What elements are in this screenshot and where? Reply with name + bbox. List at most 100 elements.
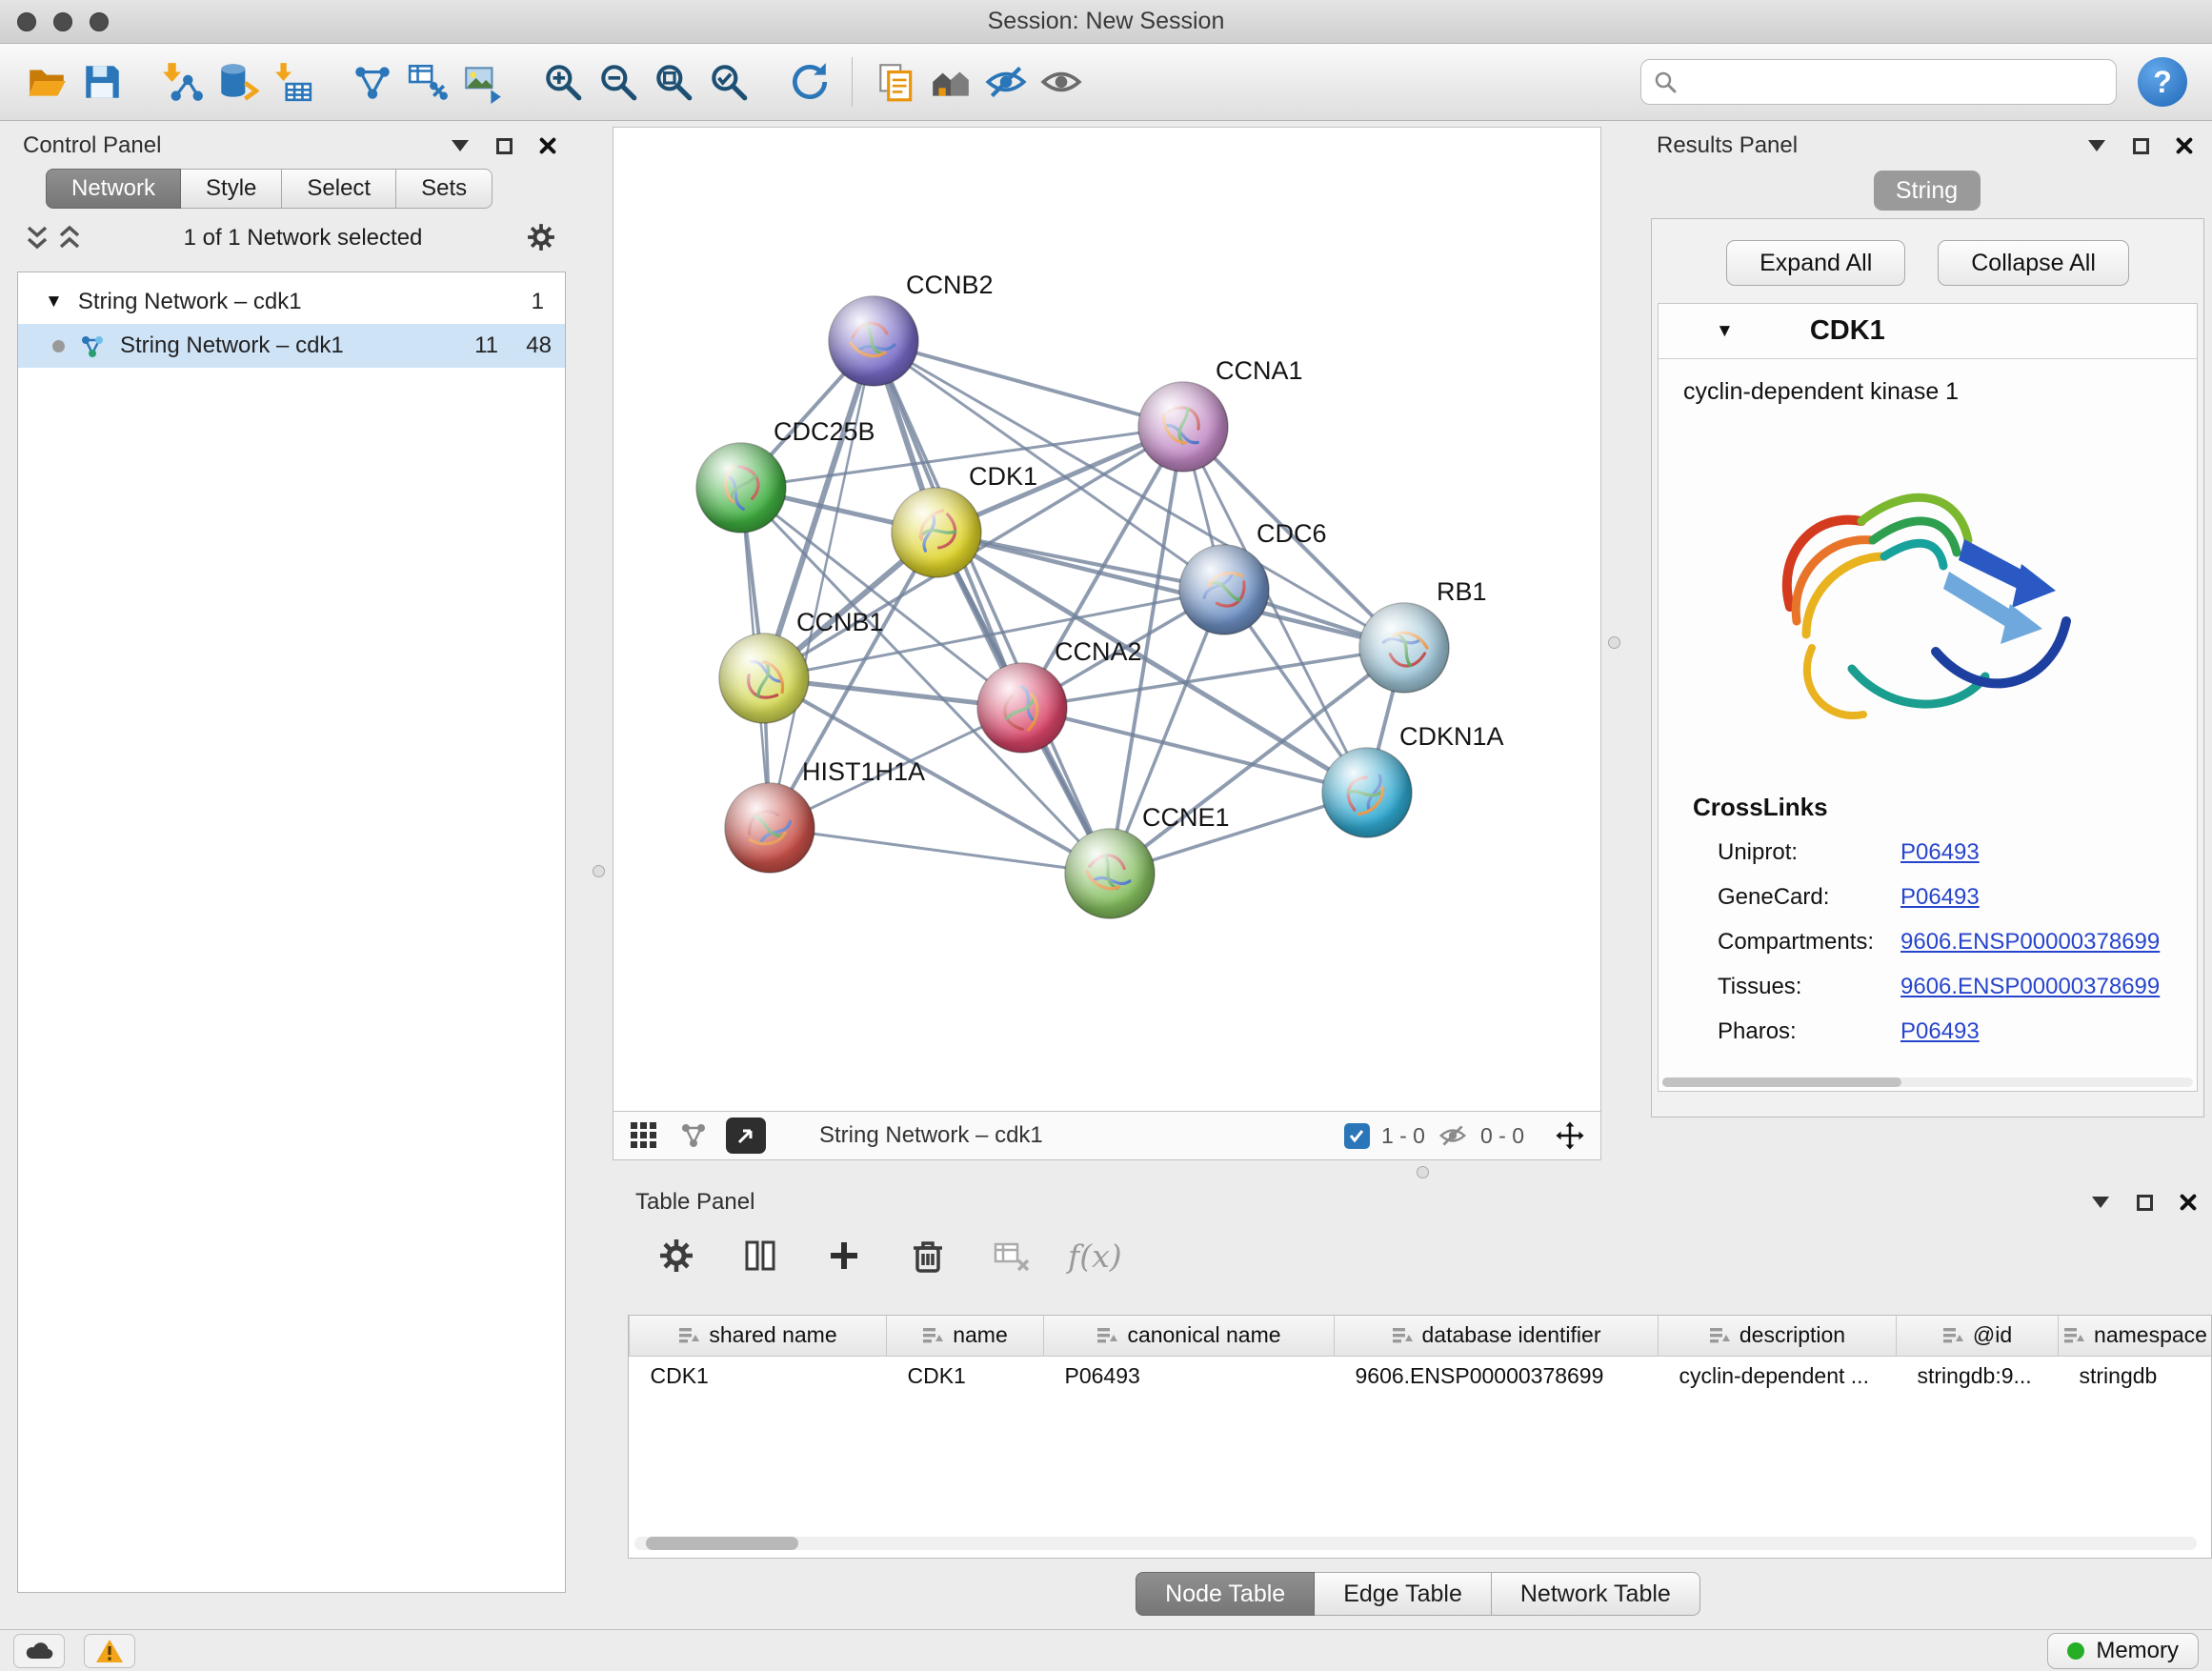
column-header-database-identifier[interactable]: database identifier <box>1335 1316 1659 1356</box>
import-network-from-file-button[interactable] <box>154 53 210 111</box>
tab-network[interactable]: Network <box>46 169 181 209</box>
column-header-@id[interactable]: @id <box>1897 1316 2059 1356</box>
node-label: CDKN1A <box>1399 722 1504 751</box>
cloud-status-button[interactable] <box>13 1634 65 1668</box>
control-panel-close-button[interactable] <box>535 133 560 158</box>
search-box[interactable] <box>1640 59 2117 105</box>
zoom-in-button[interactable] <box>535 53 591 111</box>
table-options-button[interactable] <box>649 1227 704 1284</box>
delete-column-button[interactable] <box>900 1227 955 1284</box>
column-header-shared-name[interactable]: shared name <box>630 1316 887 1356</box>
crosslink-link[interactable]: P06493 <box>1900 884 1980 911</box>
tab-style[interactable]: Style <box>181 169 282 209</box>
crosslink-link[interactable]: 9606.ENSP00000378699 <box>1900 929 2160 956</box>
column-header-name[interactable]: name <box>887 1316 1044 1356</box>
refresh-button[interactable] <box>781 53 836 111</box>
control-panel-menu-button[interactable] <box>448 133 473 158</box>
save-session-button[interactable] <box>74 53 130 111</box>
node-CDK1[interactable]: CDK1 <box>892 462 1037 577</box>
create-column-button[interactable] <box>816 1227 872 1284</box>
tab-string[interactable]: String <box>1874 171 1981 211</box>
node-HIST1H1A[interactable]: HIST1H1A <box>725 757 925 873</box>
tab-node-table[interactable]: Node Table <box>1136 1572 1315 1616</box>
hide-selected-button[interactable] <box>978 53 1034 111</box>
selected-checkbox-icon[interactable] <box>1344 1123 1370 1149</box>
crosslink-link[interactable]: 9606.ENSP00000378699 <box>1900 974 2160 1000</box>
new-network-button[interactable] <box>345 53 400 111</box>
vertical-splitter-handle-right[interactable] <box>1608 636 1620 649</box>
results-panel-close-button[interactable] <box>2172 133 2197 158</box>
maximize-window-button[interactable] <box>90 12 109 31</box>
table-panel-float-button[interactable] <box>2132 1190 2157 1215</box>
network-canvas[interactable]: CCNB2CCNA1CDC25BCDK1CDC6RB1CCNB1CCNA2CDK… <box>613 128 1600 1111</box>
tab-select[interactable]: Select <box>282 169 396 209</box>
show-columns-button[interactable] <box>733 1227 788 1284</box>
results-scrollbar[interactable] <box>1662 1077 2193 1087</box>
column-header-namespace[interactable]: namespace <box>2059 1316 2212 1356</box>
gene-section-header[interactable]: ▼ CDK1 <box>1659 304 2197 359</box>
node-CDKN1A[interactable]: CDKN1A <box>1322 722 1504 837</box>
crosslinks-list: Uniprot:P06493GeneCard:P06493Compartment… <box>1659 830 2197 1054</box>
grid-view-button[interactable] <box>627 1118 661 1153</box>
edge-CCNB2-CCNA1[interactable] <box>874 341 1183 427</box>
edge-CCNB2-CCNE1[interactable] <box>874 341 1110 874</box>
collection-disclosure-icon[interactable]: ▼ <box>45 292 63 312</box>
crosslink-label: Tissues: <box>1718 974 1900 1000</box>
export-image-button[interactable] <box>455 53 511 111</box>
copy-button[interactable] <box>868 53 923 111</box>
table-row[interactable]: CDK1CDK1P064939606.ENSP00000378699cyclin… <box>630 1356 2212 1396</box>
table-panel-menu-button[interactable] <box>2088 1190 2113 1215</box>
search-input[interactable] <box>1685 69 2104 95</box>
control-panel-float-button[interactable] <box>492 133 516 158</box>
node-CCNB1[interactable]: CCNB1 <box>719 608 884 723</box>
node-CCNE1[interactable]: CCNE1 <box>1065 803 1230 918</box>
import-table-from-file-button[interactable] <box>265 53 320 111</box>
edge-HIST1H1A-CCNE1[interactable] <box>770 828 1110 874</box>
import-network-from-database-button[interactable] <box>210 53 265 111</box>
results-panel-float-button[interactable] <box>2128 133 2153 158</box>
table-horizontal-scrollbar[interactable] <box>634 1537 2197 1550</box>
tab-network-table[interactable]: Network Table <box>1492 1572 1700 1616</box>
close-window-button[interactable] <box>17 12 36 31</box>
function-builder-button[interactable]: f(x) <box>1068 1238 1122 1275</box>
node-CCNA1[interactable]: CCNA1 <box>1138 356 1303 472</box>
fit-selection-button[interactable] <box>1553 1118 1587 1153</box>
expand-all-chevrons-icon[interactable] <box>21 224 53 252</box>
help-button[interactable]: ? <box>2138 57 2187 107</box>
collapse-all-chevrons-icon[interactable] <box>53 224 86 252</box>
minimize-window-button[interactable] <box>53 12 72 31</box>
node-RB1[interactable]: RB1 <box>1359 577 1487 693</box>
network-collection-row[interactable]: ▼ String Network – cdk1 1 <box>18 280 565 324</box>
cloud-icon <box>24 1640 54 1662</box>
memory-button[interactable]: Memory <box>2047 1633 2199 1669</box>
tab-sets[interactable]: Sets <box>396 169 493 209</box>
delete-table-button[interactable] <box>984 1227 1039 1284</box>
edge-CCNB2-HIST1H1A[interactable] <box>770 341 874 828</box>
expand-all-button[interactable]: Expand All <box>1726 240 1905 286</box>
open-session-button[interactable] <box>19 53 74 111</box>
zoom-fit-button[interactable] <box>646 53 701 111</box>
column-header-description[interactable]: description <box>1659 1316 1897 1356</box>
show-all-button[interactable] <box>1034 53 1089 111</box>
crosslink-link[interactable]: P06493 <box>1900 839 1980 866</box>
horizontal-splitter-handle[interactable] <box>1417 1166 1429 1178</box>
gene-disclosure-icon[interactable]: ▼ <box>1716 321 1734 342</box>
table-panel-close-button[interactable] <box>2176 1190 2201 1215</box>
plus-icon <box>823 1235 865 1277</box>
zoom-selected-button[interactable] <box>701 53 756 111</box>
tab-edge-table[interactable]: Edge Table <box>1315 1572 1492 1616</box>
network-overview-button[interactable] <box>676 1118 711 1153</box>
birdseye-view-button[interactable] <box>726 1117 766 1154</box>
zoom-out-button[interactable] <box>591 53 646 111</box>
new-network-from-table-button[interactable] <box>400 53 455 111</box>
collapse-all-button[interactable]: Collapse All <box>1938 240 2129 286</box>
node-CDC25B[interactable]: CDC25B <box>696 417 875 533</box>
network-options-button[interactable] <box>520 217 562 259</box>
warnings-button[interactable] <box>84 1634 135 1668</box>
vertical-splitter-handle-left[interactable] <box>593 865 605 877</box>
crosslink-link[interactable]: P06493 <box>1900 1018 1980 1045</box>
results-panel-menu-button[interactable] <box>2084 133 2109 158</box>
column-header-canonical-name[interactable]: canonical name <box>1044 1316 1335 1356</box>
home-button[interactable] <box>923 53 978 111</box>
network-row[interactable]: String Network – cdk1 11 48 <box>18 324 565 368</box>
